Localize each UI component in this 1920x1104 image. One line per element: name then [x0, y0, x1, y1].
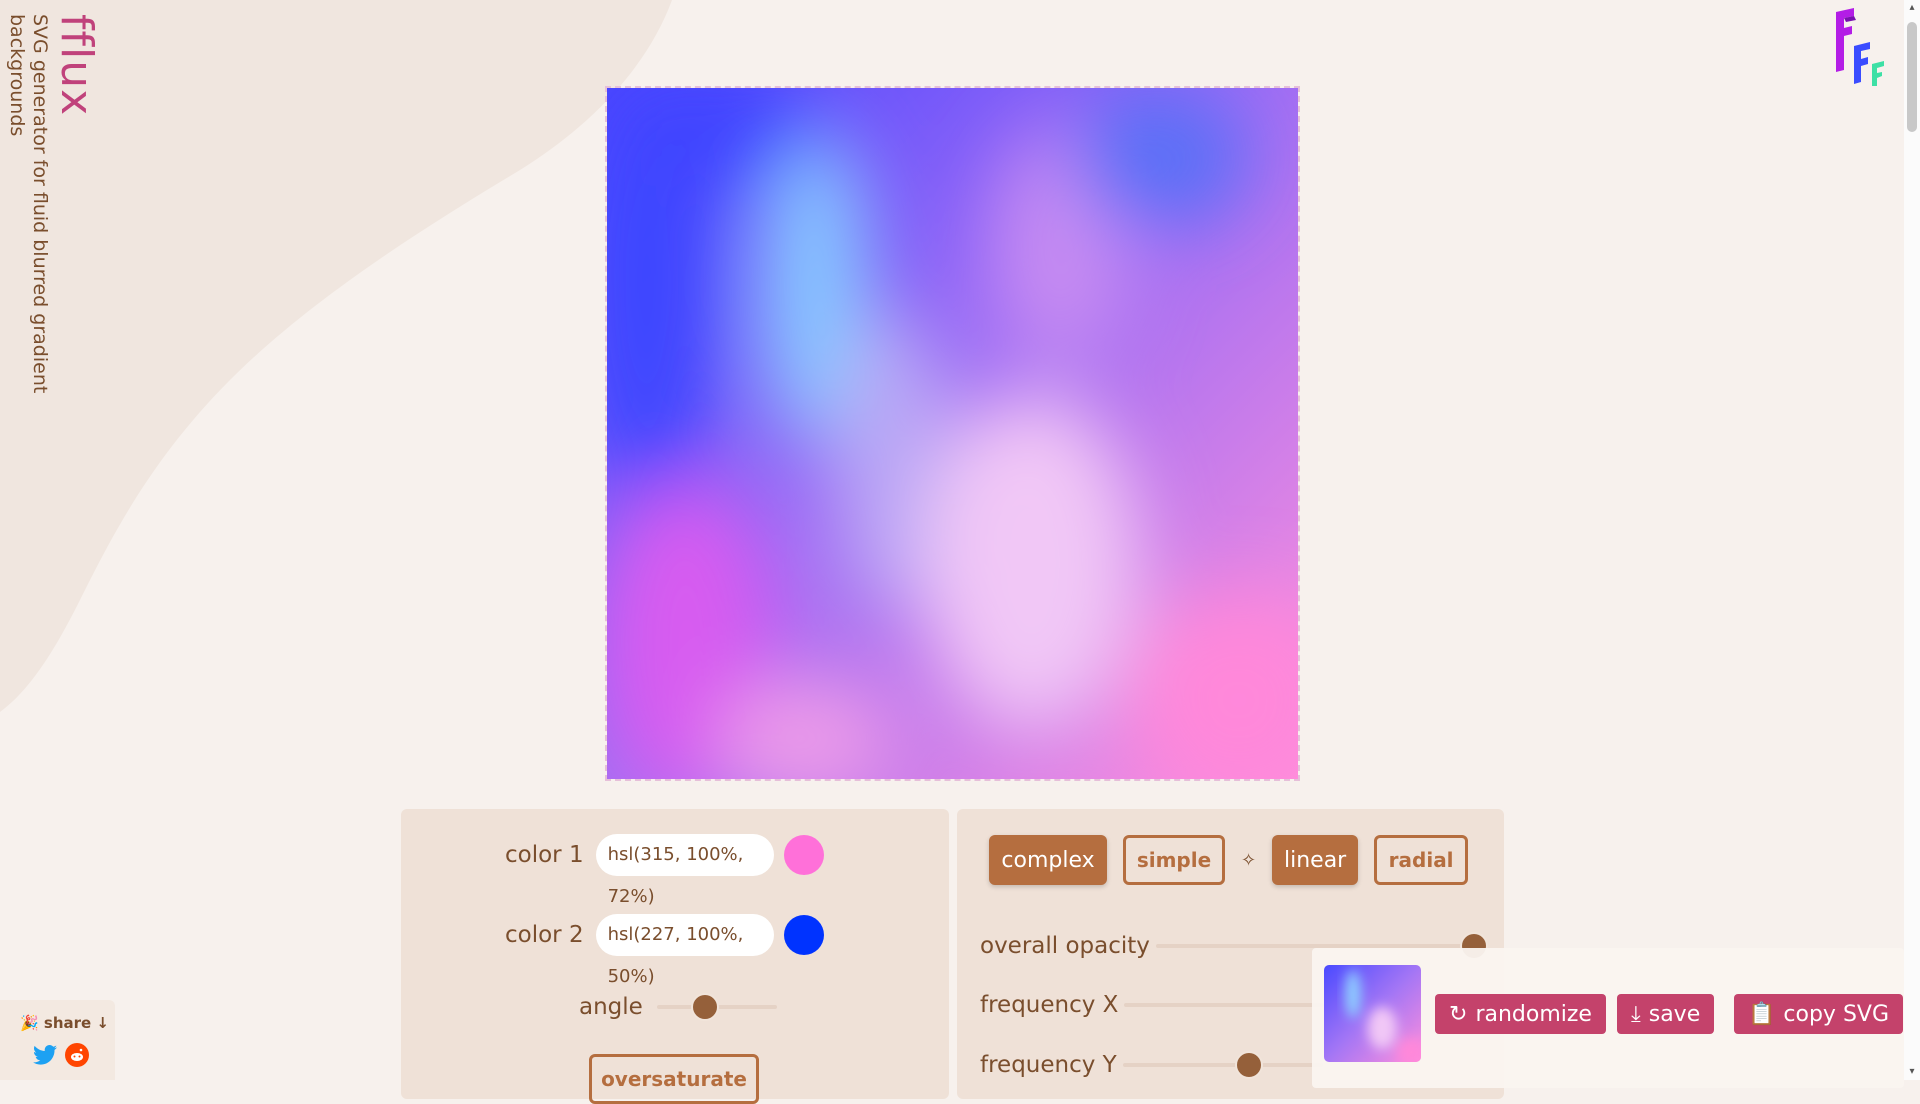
copy-svg-label: copy SVG [1783, 1001, 1890, 1027]
color1-swatch[interactable] [783, 835, 824, 875]
angle-row: angle [579, 993, 777, 1021]
page-scrollbar[interactable]: ▴ ▾ [1904, 0, 1920, 1080]
opacity-label: overall opacity [980, 933, 1150, 959]
sparkle-separator: ✧ [1241, 849, 1257, 871]
brand-name: fflux [51, 14, 103, 117]
color2-swatch[interactable] [783, 915, 824, 955]
share-label: 🎉 share ↓ [20, 1014, 109, 1032]
simple-button[interactable]: simple [1123, 835, 1225, 885]
fff-logo-icon[interactable] [1832, 8, 1894, 86]
scrollbar-thumb[interactable] [1907, 22, 1917, 132]
oversaturate-button[interactable]: oversaturate [589, 1054, 759, 1104]
color2-input[interactable]: hsl(227, 100%, 50%) [595, 914, 774, 987]
frequency-y-row: frequency Y [980, 1051, 1323, 1079]
frequency-y-slider-thumb[interactable] [1234, 1051, 1263, 1079]
action-dock: ↻ randomize ⤓ save 📋 copy SVG [1312, 948, 1904, 1088]
tagline-continued: backgrounds [5, 14, 28, 137]
linear-button[interactable]: linear [1272, 835, 1359, 885]
save-label: save [1648, 1001, 1701, 1027]
scroll-down-arrow-icon[interactable]: ▾ [1907, 1066, 1917, 1078]
clipboard-icon: 📋 [1748, 1001, 1776, 1027]
frequency-y-slider[interactable] [1122, 1051, 1323, 1079]
copy-svg-button[interactable]: 📋 copy SVG [1734, 994, 1904, 1034]
preview-thumbnail [1324, 965, 1421, 1062]
complex-button[interactable]: complex [989, 835, 1107, 885]
angle-slider-thumb[interactable] [690, 993, 719, 1021]
download-icon: ⤓ [1631, 1001, 1641, 1027]
frequency-x-slider[interactable] [1124, 1003, 1325, 1007]
color1-label: color 1 [505, 842, 584, 868]
gradient-preview [605, 86, 1300, 781]
tagline: SVG generator for fluid blurred gradient [28, 14, 51, 394]
scroll-up-arrow-icon[interactable]: ▴ [1907, 2, 1917, 14]
side-title: fflux SVG generator for fluid blurred gr… [6, 14, 106, 434]
frequency-x-row: frequency X [980, 992, 1325, 1018]
color2-row: color 2 hsl(227, 100%, 50%) [505, 914, 824, 987]
frequency-x-label: frequency X [980, 992, 1119, 1018]
twitter-icon[interactable] [32, 1042, 58, 1068]
share-box: 🎉 share ↓ [0, 1000, 115, 1080]
refresh-icon: ↻ [1449, 1001, 1468, 1027]
color2-label: color 2 [505, 922, 584, 948]
angle-slider[interactable] [656, 993, 777, 1021]
angle-label: angle [579, 994, 643, 1020]
mode-toggle-row: complex simple ✧ linear radial [989, 835, 1469, 885]
randomize-label: randomize [1475, 1001, 1592, 1027]
reddit-icon[interactable] [64, 1042, 90, 1068]
color1-input[interactable]: hsl(315, 100%, 72%) [595, 834, 774, 907]
randomize-button[interactable]: ↻ randomize [1435, 994, 1606, 1034]
frequency-y-label: frequency Y [980, 1052, 1117, 1078]
save-button[interactable]: ⤓ save [1617, 994, 1715, 1034]
radial-button[interactable]: radial [1374, 835, 1469, 885]
color-panel: color 1 hsl(315, 100%, 72%) color 2 hsl(… [401, 809, 949, 1104]
color1-row: color 1 hsl(315, 100%, 72%) [505, 834, 824, 907]
